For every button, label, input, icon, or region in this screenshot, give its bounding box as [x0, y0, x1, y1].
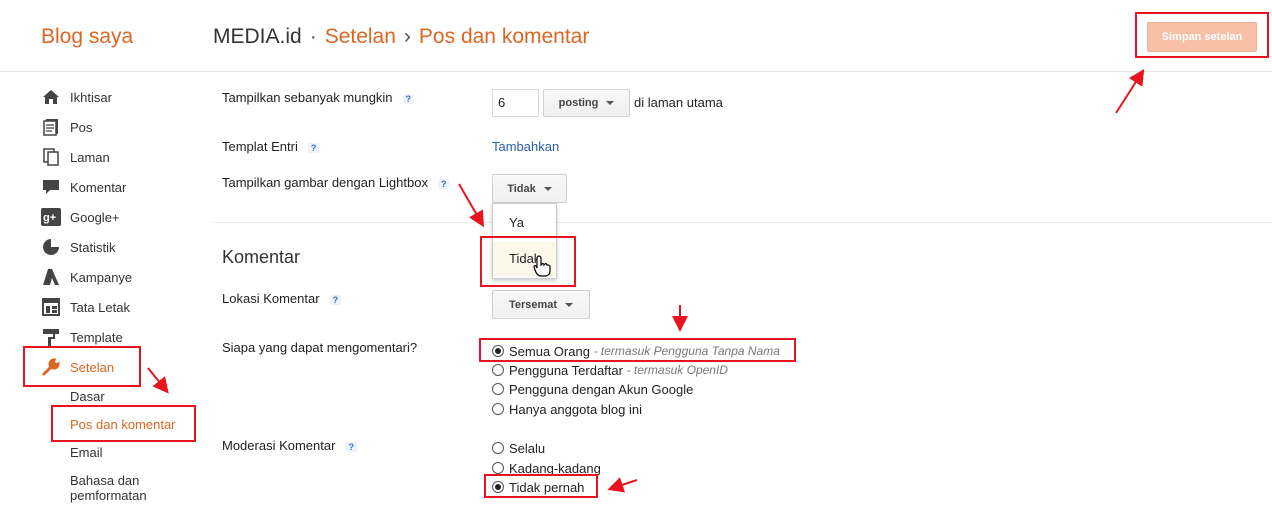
radio-label: Hanya anggota blog ini: [509, 401, 642, 417]
radio-registered[interactable]: Pengguna Terdaftar - termasuk OpenID: [492, 362, 728, 378]
help-icon[interactable]: ?: [345, 441, 357, 452]
home-icon: [41, 87, 61, 107]
annotation-box-lightbox-no: [480, 236, 576, 287]
comment-location-label: Lokasi Komentar?: [222, 291, 342, 306]
radio-google-account[interactable]: Pengguna dengan Akun Google: [492, 381, 693, 397]
radio-button[interactable]: [492, 442, 504, 454]
dropdown-value: posting: [558, 97, 599, 109]
sidebar-item-label: Ikhtisar: [70, 89, 112, 105]
comments-section-title: Komentar: [222, 247, 301, 267]
show-posts-label: Tampilkan sebanyak mungkin?: [222, 90, 415, 105]
annotation-arrow: [1115, 68, 1145, 114]
sidebar-item-overview[interactable]: Ikhtisar: [41, 86, 112, 108]
annotation-box-settings: [23, 346, 141, 387]
chevron-down-icon: [543, 186, 552, 191]
sidebar-item-label: Kampanye: [70, 269, 133, 285]
label-text: Moderasi Komentar: [222, 438, 336, 453]
help-icon[interactable]: ?: [329, 294, 342, 305]
radio-members-only[interactable]: Hanya anggota blog ini: [492, 401, 642, 417]
sidebar-item-googleplus[interactable]: g+ Google+: [41, 206, 120, 228]
sidebar-item-comments[interactable]: Komentar: [41, 176, 126, 198]
section-divider: [213, 222, 1272, 223]
comment-location-dropdown[interactable]: Tersemat: [492, 290, 590, 319]
radio-button[interactable]: [492, 462, 504, 474]
help-icon[interactable]: ?: [402, 93, 415, 104]
annotation-box-posts-comments: [51, 405, 196, 442]
post-template-label: Templat Entri?: [222, 139, 320, 154]
help-icon[interactable]: ?: [437, 178, 450, 189]
comment-icon: [41, 177, 61, 197]
sidebar-item-posts[interactable]: Pos: [41, 116, 92, 138]
radio-label: Pengguna Terdaftar: [509, 362, 623, 378]
svg-text:g+: g+: [43, 212, 56, 224]
annotation-arrow: [458, 183, 485, 228]
help-icon[interactable]: ?: [307, 142, 320, 153]
annotation-arrow: [147, 367, 169, 394]
who-can-comment-label: Siapa yang dapat mengomentari?: [222, 340, 418, 355]
breadcrumb-settings[interactable]: Setelan: [325, 25, 396, 48]
sidebar-item-layout[interactable]: Tata Letak: [41, 296, 130, 318]
sidebar-item-label: Pos: [70, 119, 93, 135]
label-text: Lokasi Komentar: [222, 291, 320, 306]
sidebar-item-label: Laman: [70, 149, 110, 165]
posts-count-input[interactable]: 6: [492, 89, 539, 117]
sidebar-item-campaigns[interactable]: Kampanye: [41, 266, 132, 288]
lightbox-label: Tampilkan gambar dengan Lightbox?: [222, 175, 450, 190]
add-template-link[interactable]: Tambahkan: [492, 139, 559, 154]
sidebar-subitem-label: Bahasa dan: [70, 473, 140, 488]
chevron-down-icon: [565, 302, 574, 307]
sidebar-item-label: Statistik: [70, 239, 116, 255]
label-text: Tampilkan gambar dengan Lightbox: [222, 175, 428, 190]
radio-button[interactable]: [492, 364, 504, 376]
layout-icon: [41, 297, 61, 317]
sidebar-item-label: Google+: [70, 209, 120, 225]
annotation-box-anyone: [479, 338, 796, 362]
lightbox-dropdown[interactable]: Tidak: [492, 174, 567, 203]
dropdown-value: Tersemat: [508, 298, 558, 311]
radio-always[interactable]: Selalu: [492, 440, 545, 456]
dropdown-option-yes[interactable]: Ya: [493, 206, 556, 240]
posts-suffix-text: di laman utama: [634, 95, 723, 110]
moderation-label: Moderasi Komentar?: [222, 438, 357, 453]
label-text: Templat Entri: [222, 139, 298, 154]
sidebar-item-label: Komentar: [70, 179, 127, 195]
annotation-arrow: [607, 477, 638, 493]
template-icon: [41, 327, 61, 347]
radio-label: Pengguna dengan Akun Google: [509, 381, 694, 397]
chevron-down-icon: [606, 101, 615, 105]
stats-icon: [41, 237, 61, 257]
sidebar-subitem-label: pemformatan: [70, 488, 147, 503]
sidebar-subitem-basic[interactable]: Dasar: [70, 389, 105, 404]
radio-button[interactable]: [492, 403, 504, 415]
sidebar-subitem-email[interactable]: Email: [70, 445, 103, 460]
campaign-icon: [41, 267, 61, 287]
breadcrumb-site[interactable]: MEDIA.id: [213, 25, 302, 48]
sidebar-subitem-language[interactable]: Bahasa dan pemformatan: [70, 473, 147, 503]
pages-icon: [41, 147, 61, 167]
radio-button[interactable]: [492, 383, 504, 395]
radio-hint: - termasuk OpenID: [626, 363, 728, 377]
googleplus-icon: g+: [41, 207, 61, 227]
annotation-box-save: [1135, 12, 1269, 58]
annotation-box-never: [484, 474, 598, 498]
sidebar-item-label: Template: [70, 329, 123, 345]
posts-icon: [41, 117, 61, 137]
breadcrumb: MEDIA.id · Setelan › Pos dan komentar: [213, 25, 589, 49]
radio-label: Selalu: [509, 440, 546, 456]
posts-unit-dropdown[interactable]: posting: [543, 89, 630, 117]
app-header: Blog saya MEDIA.id · Setelan › Pos dan komen…: [0, 0, 1272, 72]
breadcrumb-current-page: Pos dan komentar: [418, 25, 590, 48]
sidebar-item-label: Tata Letak: [70, 299, 130, 315]
sidebar-item-template[interactable]: Template: [41, 326, 123, 348]
blog-title[interactable]: Blog saya: [41, 25, 133, 49]
breadcrumb-separator: ·: [309, 25, 317, 48]
sidebar-item-stats[interactable]: Statistik: [41, 236, 116, 258]
dropdown-value: Tidak: [507, 182, 536, 195]
breadcrumb-separator: ›: [403, 25, 411, 48]
sidebar-item-pages[interactable]: Laman: [41, 146, 110, 168]
label-text: Tampilkan sebanyak mungkin: [222, 90, 393, 105]
